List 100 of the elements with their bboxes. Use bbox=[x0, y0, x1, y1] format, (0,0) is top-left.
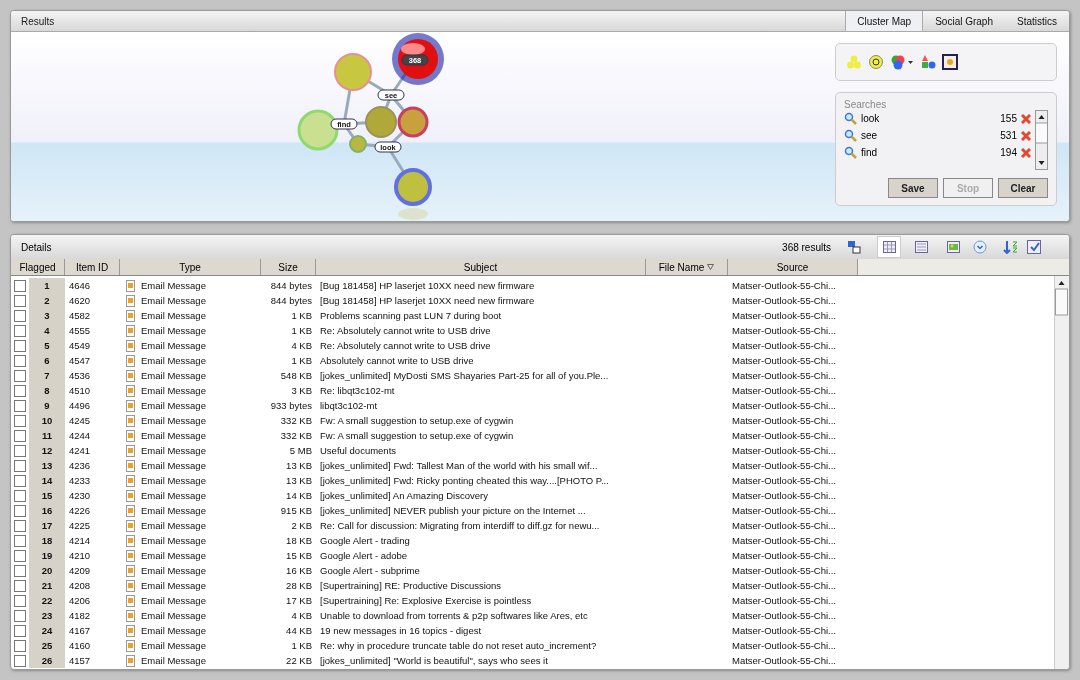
table-cell: Email Message bbox=[141, 640, 206, 651]
flag-checkbox[interactable] bbox=[14, 415, 26, 427]
column-header[interactable]: Subject bbox=[316, 259, 646, 275]
search-count: 155 bbox=[1000, 113, 1017, 124]
table-cell-text: 844 bytes bbox=[269, 280, 313, 291]
shapes-icon[interactable] bbox=[920, 54, 936, 70]
tab[interactable]: Cluster Map bbox=[845, 11, 924, 31]
email-icon bbox=[126, 339, 135, 352]
flag-checkbox[interactable] bbox=[14, 385, 26, 397]
flag-checkbox[interactable] bbox=[14, 535, 26, 547]
action-button[interactable]: Save bbox=[888, 178, 938, 198]
search-term[interactable]: look bbox=[861, 113, 997, 124]
table-cell-text: 1 KB bbox=[290, 325, 313, 336]
flag-checkbox[interactable] bbox=[14, 310, 26, 322]
searches-title: Searches bbox=[844, 99, 888, 110]
table-cell-text: Matser-Outlook-55-Chi... bbox=[731, 355, 837, 366]
table-cell: Email Message bbox=[141, 310, 206, 321]
table-cell-text: 1 KB bbox=[290, 640, 313, 651]
table-cell-text: 4241 bbox=[68, 445, 92, 456]
scrollbar[interactable] bbox=[1054, 276, 1069, 669]
linked-windows-icon[interactable] bbox=[847, 240, 861, 254]
table-cell-text: Problems scanning past LUN 7 during boot bbox=[319, 310, 503, 321]
flag-checkbox[interactable] bbox=[14, 430, 26, 442]
flag-checkbox[interactable] bbox=[14, 520, 26, 532]
column-header[interactable]: Flagged bbox=[11, 259, 65, 275]
delete-icon[interactable] bbox=[1021, 113, 1031, 124]
flag-checkbox[interactable] bbox=[14, 370, 26, 382]
row-number: 6 bbox=[29, 353, 65, 368]
table-cell-text: 28 KB bbox=[285, 580, 313, 591]
table-cell-text: 4536 bbox=[68, 370, 92, 381]
action-button[interactable]: Clear bbox=[998, 178, 1048, 198]
flag-checkbox[interactable] bbox=[14, 505, 26, 517]
table-cell-text: [jokes_unlimited] An Amazing Discovery bbox=[319, 490, 489, 501]
flag-checkbox[interactable] bbox=[14, 625, 26, 637]
table-cell-text: Fw: A small suggestion to setup.exe of cygwin bbox=[319, 430, 515, 441]
flag-checkbox[interactable] bbox=[14, 475, 26, 487]
frame-icon[interactable] bbox=[942, 54, 958, 70]
checked-grid-icon[interactable] bbox=[1027, 240, 1041, 254]
search-count: 194 bbox=[1000, 147, 1017, 158]
flag-checkbox[interactable] bbox=[14, 550, 26, 562]
flag-checkbox[interactable] bbox=[14, 400, 26, 412]
email-icon bbox=[126, 594, 135, 607]
flag-checkbox[interactable] bbox=[14, 460, 26, 472]
flag-checkbox[interactable] bbox=[14, 295, 26, 307]
table-cell-text: 4160 bbox=[68, 640, 92, 651]
column-header[interactable]: File Name bbox=[646, 259, 728, 275]
email-icon bbox=[126, 609, 135, 622]
delete-icon[interactable] bbox=[1021, 130, 1031, 141]
row-number: 19 bbox=[29, 548, 65, 563]
view-button[interactable] bbox=[877, 236, 901, 258]
email-icon bbox=[126, 399, 135, 412]
table-cell-text: Matser-Outlook-55-Chi... bbox=[731, 445, 837, 456]
table-cell: Email Message bbox=[141, 655, 206, 666]
table-cell-text: 4167 bbox=[68, 625, 92, 636]
flag-checkbox[interactable] bbox=[14, 490, 26, 502]
flag-checkbox[interactable] bbox=[14, 580, 26, 592]
scrollbar[interactable] bbox=[1035, 110, 1048, 170]
row-number: 14 bbox=[29, 473, 65, 488]
flag-checkbox[interactable] bbox=[14, 280, 26, 292]
coin-icon[interactable] bbox=[868, 54, 884, 70]
email-icon bbox=[126, 279, 135, 292]
table-cell-text: 4226 bbox=[68, 505, 92, 516]
table-cell-text: 1 KB bbox=[290, 310, 313, 321]
search-icon bbox=[844, 112, 857, 125]
table-cell-text: Matser-Outlook-55-Chi... bbox=[731, 400, 837, 411]
flag-checkbox[interactable] bbox=[14, 355, 26, 367]
flag-checkbox[interactable] bbox=[14, 325, 26, 337]
search-term[interactable]: see bbox=[861, 130, 997, 141]
flag-checkbox[interactable] bbox=[14, 655, 26, 667]
flag-checkbox[interactable] bbox=[14, 445, 26, 457]
table-cell-text: 4225 bbox=[68, 520, 92, 531]
column-header[interactable]: Source bbox=[728, 259, 858, 275]
flag-checkbox[interactable] bbox=[14, 340, 26, 352]
table-cell: Email Message bbox=[141, 280, 206, 291]
table-cell-text: Matser-Outlook-55-Chi... bbox=[731, 535, 837, 546]
flag-checkbox[interactable] bbox=[14, 640, 26, 652]
table-cell-text: 17 KB bbox=[285, 595, 313, 606]
table-cell-text: [jokes_unlimited] NEVER publish your picture on the Internet ... bbox=[319, 505, 587, 516]
delete-icon[interactable] bbox=[1021, 147, 1031, 158]
search-count: 531 bbox=[1000, 130, 1017, 141]
flag-checkbox[interactable] bbox=[14, 595, 26, 607]
search-term[interactable]: find bbox=[861, 147, 997, 158]
flag-checkbox[interactable] bbox=[14, 610, 26, 622]
row-number: 5 bbox=[29, 338, 65, 353]
table-cell-text: Matser-Outlook-55-Chi... bbox=[731, 280, 837, 291]
color-palette-icon[interactable] bbox=[890, 54, 914, 70]
table-cell-text: 3 KB bbox=[290, 385, 313, 396]
tab[interactable]: Social Graph bbox=[923, 11, 1005, 31]
column-header[interactable]: Size bbox=[261, 259, 316, 275]
table-cell-text: 332 KB bbox=[279, 415, 313, 426]
tab[interactable]: Statistics bbox=[1005, 11, 1069, 31]
table-cell-text: Re: Absolutely cannot write to USB drive bbox=[319, 340, 492, 351]
table-cell-text: 4620 bbox=[68, 295, 92, 306]
email-icon bbox=[126, 654, 135, 667]
column-header[interactable]: Item ID bbox=[65, 259, 120, 275]
flag-checkbox[interactable] bbox=[14, 565, 26, 577]
sort-icon[interactable] bbox=[1003, 240, 1019, 254]
row-number: 7 bbox=[29, 368, 65, 383]
row-number: 3 bbox=[29, 308, 65, 323]
column-header[interactable]: Type bbox=[120, 259, 261, 275]
